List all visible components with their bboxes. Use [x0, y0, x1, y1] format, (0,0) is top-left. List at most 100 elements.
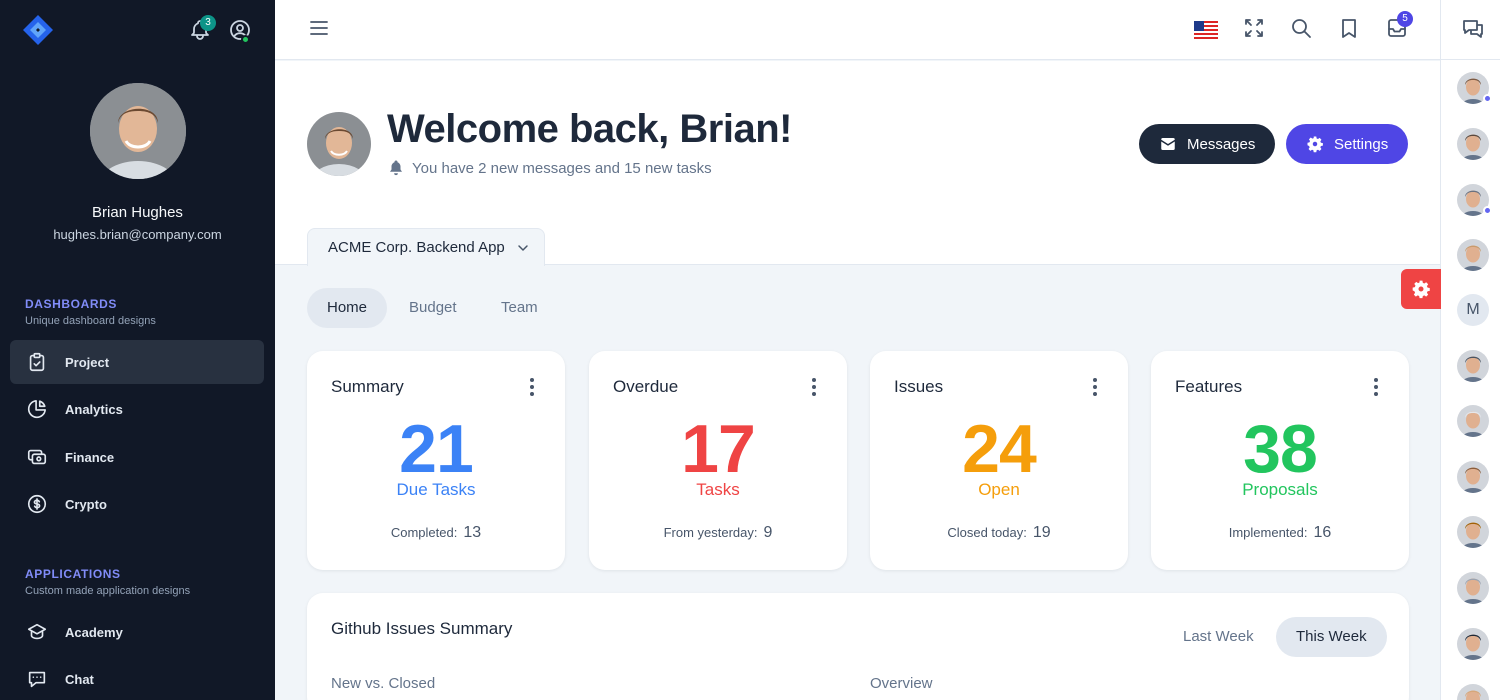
- card-footer-value: 16: [1313, 524, 1332, 541]
- online-status-dot: [241, 35, 250, 44]
- nav-item-label: Finance: [65, 449, 115, 465]
- theme-settings-button[interactable]: [1401, 269, 1441, 309]
- card-footer-label: Implemented:: [1228, 525, 1308, 540]
- card-label: Open: [978, 480, 1020, 499]
- tab-budget[interactable]: Budget: [389, 288, 477, 328]
- cash-icon: [27, 449, 47, 465]
- contact-avatar[interactable]: [1457, 516, 1489, 548]
- currency-dollar-icon: [27, 494, 47, 514]
- dashboard-header: Welcome back, Brian! You have 2 new mess…: [275, 61, 1440, 266]
- contact-avatar[interactable]: [1457, 461, 1489, 493]
- card-value: 38: [1243, 411, 1318, 487]
- card-footer: Completed: 13: [307, 524, 565, 542]
- page-title: Welcome back, Brian!: [387, 107, 792, 151]
- nav-group-title: DASHBOARDS: [25, 297, 118, 311]
- stat-card: Overdue 17 Tasks From yesterday: 9: [589, 351, 847, 570]
- bookmark-icon[interactable]: [1337, 16, 1361, 40]
- topbar: 5: [275, 0, 1440, 60]
- card-label: Due Tasks: [396, 480, 476, 499]
- card-value: 24: [962, 411, 1037, 487]
- contact-avatar[interactable]: [1457, 128, 1489, 160]
- contact-avatar[interactable]: [1457, 350, 1489, 382]
- nav-item-finance[interactable]: Finance: [10, 435, 264, 479]
- chat-alt-icon: [28, 671, 46, 688]
- tab-home[interactable]: Home: [307, 288, 388, 328]
- contact-avatar[interactable]: M: [1457, 294, 1489, 326]
- contact-avatar[interactable]: [1457, 405, 1489, 437]
- overview-label: Overview: [870, 675, 933, 692]
- messages-button-label: Messages: [1187, 135, 1256, 153]
- this-week-button[interactable]: This Week: [1276, 617, 1387, 657]
- card-footer-label: Completed:: [390, 525, 458, 540]
- nav-group-dashboards: DASHBOARDS Unique dashboard designs: [0, 297, 156, 327]
- online-status-dot: [1483, 206, 1492, 215]
- chevron-down-icon: [518, 244, 528, 251]
- nav-item-label: Project: [65, 354, 110, 370]
- card-footer-label: From yesterday:: [663, 525, 758, 540]
- avatar[interactable]: [89, 83, 186, 179]
- user-name: Brian Hughes: [92, 204, 183, 221]
- academic-cap-icon: [27, 623, 47, 640]
- notification-badge: 3: [200, 15, 216, 31]
- stat-card: Summary 21 Due Tasks Completed: 13: [307, 351, 565, 570]
- settings-button-label: Settings: [1334, 135, 1389, 153]
- tab-team[interactable]: Team: [481, 288, 558, 328]
- contact-avatar[interactable]: [1457, 628, 1489, 660]
- nav-item-crypto[interactable]: Crypto: [10, 482, 264, 526]
- settings-button[interactable]: Settings: [1286, 124, 1409, 164]
- nav-item-analytics[interactable]: Analytics: [10, 387, 264, 431]
- card-value: 17: [681, 411, 756, 487]
- project-selector-label: ACME Corp. Backend App: [328, 239, 505, 256]
- last-week-button[interactable]: Last Week: [1163, 617, 1274, 657]
- new-vs-closed-label: New vs. Closed: [331, 675, 436, 692]
- card-footer-value: 13: [463, 524, 482, 541]
- panel-title: Github Issues Summary: [331, 619, 513, 638]
- bell-icon: [390, 160, 402, 176]
- contact-avatar[interactable]: [1457, 572, 1489, 604]
- nav-group-applications: APPLICATIONS Custom made application des…: [0, 567, 190, 597]
- nav-item-chat[interactable]: Chat: [10, 657, 264, 700]
- sidebar: 3 Brian Hughes hughes.brian@company.com …: [0, 0, 275, 700]
- more-vertical-icon[interactable]: [805, 377, 823, 397]
- avatar: [307, 112, 371, 176]
- card-title: Overdue: [613, 377, 679, 396]
- us-flag-icon[interactable]: [1194, 18, 1218, 42]
- mail-badge: 5: [1397, 11, 1413, 27]
- github-issues-panel: Github Issues Summary Last Week This Wee…: [307, 593, 1409, 700]
- card-footer: From yesterday: 9: [589, 524, 847, 542]
- nav-item-label: Academy: [65, 624, 123, 640]
- clipboard-check-icon: [29, 352, 45, 372]
- chat-bubbles-icon[interactable]: [1461, 16, 1485, 40]
- nav-item-label: Chat: [65, 671, 94, 687]
- card-label: Proposals: [1242, 480, 1318, 499]
- contacts-rail: M: [1440, 0, 1500, 700]
- fullscreen-icon[interactable]: [1242, 16, 1266, 40]
- more-vertical-icon[interactable]: [1086, 377, 1104, 397]
- card-title: Issues: [894, 377, 944, 396]
- nav-group-subtitle: Unique dashboard designs: [25, 315, 156, 327]
- mail-icon: [1161, 138, 1175, 150]
- rail-header: [1441, 0, 1500, 60]
- stat-card: Features 38 Proposals Implemented: 16: [1151, 351, 1409, 570]
- nav-item-academy[interactable]: Academy: [10, 610, 264, 654]
- card-footer-value: 19: [1032, 524, 1051, 541]
- more-vertical-icon[interactable]: [1367, 377, 1385, 397]
- cog-icon: [1412, 280, 1430, 299]
- more-vertical-icon[interactable]: [523, 377, 541, 397]
- logo-icon[interactable]: [22, 14, 54, 48]
- nav-group-subtitle: Custom made application designs: [25, 585, 191, 597]
- card-title: Summary: [331, 377, 404, 396]
- nav-item-label: Crypto: [65, 496, 107, 512]
- nav-item-label: Analytics: [65, 401, 123, 417]
- project-selector[interactable]: ACME Corp. Backend App: [307, 228, 545, 266]
- messages-button[interactable]: Messages: [1139, 124, 1276, 164]
- nav-item-project[interactable]: Project: [10, 340, 264, 384]
- contact-avatar[interactable]: [1457, 684, 1489, 700]
- welcome-subtitle: You have 2 new messages and 15 new tasks: [387, 159, 712, 177]
- menu-icon[interactable]: [307, 16, 331, 40]
- contact-avatar[interactable]: [1457, 239, 1489, 271]
- online-status-dot: [1483, 94, 1492, 103]
- card-title: Features: [1175, 377, 1243, 396]
- search-icon[interactable]: [1289, 16, 1313, 40]
- card-footer-label: Closed today:: [947, 525, 1027, 540]
